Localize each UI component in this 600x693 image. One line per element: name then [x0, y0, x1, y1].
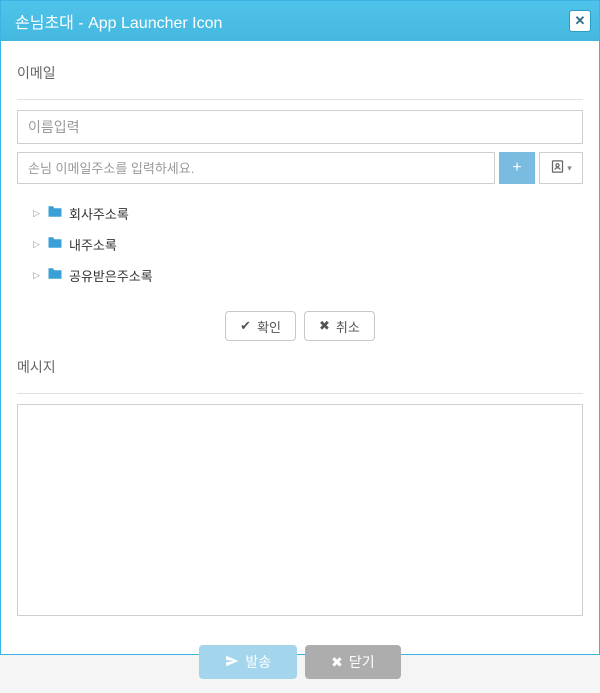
chevron-right-icon: ▷ [33, 208, 41, 219]
address-book-icon [550, 159, 565, 177]
tree-item-company[interactable]: ▷ 회사주소록 [33, 198, 583, 229]
dialog-content: 이메일 + ▾ ▷ [1, 41, 599, 693]
check-icon: ✔ [240, 318, 251, 334]
confirm-label: 확인 [257, 317, 281, 336]
tree-item-label: 회사주소록 [69, 204, 129, 223]
guest-email-input[interactable] [17, 152, 495, 184]
tree-item-label: 내주소록 [69, 235, 117, 254]
add-button[interactable]: + [499, 152, 535, 184]
confirm-cancel-row: ✔ 확인 ✖ 취소 [17, 311, 583, 341]
folder-icon [47, 267, 63, 284]
name-input[interactable] [17, 110, 583, 144]
send-button[interactable]: 발송 [199, 645, 297, 679]
contact-dropdown[interactable]: ▾ [539, 152, 583, 184]
tree-item-shared[interactable]: ▷ 공유받은주소록 [33, 260, 583, 291]
close-label: 닫기 [349, 652, 375, 672]
cancel-label: 취소 [336, 317, 360, 336]
x-icon: ✖ [319, 318, 330, 334]
send-label: 발송 [245, 652, 271, 672]
chevron-right-icon: ▷ [33, 270, 41, 281]
chevron-right-icon: ▷ [33, 239, 41, 250]
plus-icon: + [512, 159, 521, 177]
footer-row: 발송 ✖ 닫기 [17, 645, 583, 679]
titlebar[interactable]: 손님초대 - App Launcher Icon ✕ [1, 1, 599, 41]
window-title: 손님초대 - App Launcher Icon [15, 9, 222, 33]
message-section-label: 메시지 [17, 357, 583, 377]
email-row: + ▾ [17, 152, 583, 184]
folder-icon [47, 205, 63, 222]
tree-item-label: 공유받은주소록 [69, 266, 153, 285]
message-textarea[interactable] [17, 404, 583, 616]
close-button[interactable]: ✖ 닫기 [305, 645, 401, 679]
confirm-button[interactable]: ✔ 확인 [225, 311, 296, 341]
tree-item-my[interactable]: ▷ 내주소록 [33, 229, 583, 260]
paper-plane-icon [225, 654, 239, 671]
x-icon: ✖ [331, 654, 343, 671]
address-book-tree: ▷ 회사주소록 ▷ 내주소록 ▷ 공유받은주소록 [17, 194, 583, 305]
window-close-button[interactable]: ✕ [569, 10, 591, 32]
cancel-button[interactable]: ✖ 취소 [304, 311, 375, 341]
email-section-label: 이메일 [17, 63, 583, 83]
folder-icon [47, 236, 63, 253]
chevron-down-icon: ▾ [567, 163, 572, 174]
dialog-window: 손님초대 - App Launcher Icon ✕ 이메일 + [0, 0, 600, 655]
close-icon: ✕ [575, 13, 586, 29]
